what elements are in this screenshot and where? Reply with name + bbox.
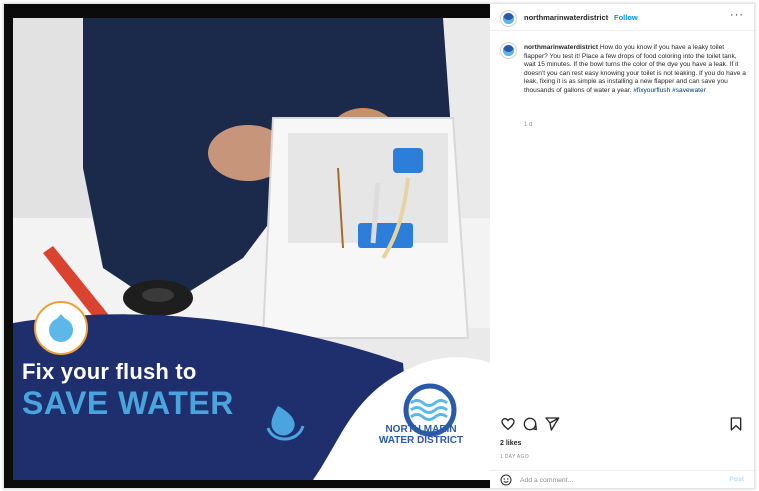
header-username[interactable]: northmarinwaterdistrict (524, 13, 608, 22)
image-subhead: SAVE WATER (22, 385, 234, 421)
instagram-post-window: Fix your flush to SAVE WATER NORTH MARIN… (3, 3, 755, 489)
org-logo-name: NORTH MARIN WATER DISTRICT (376, 424, 466, 446)
emoji-icon[interactable] (500, 474, 512, 486)
avatar[interactable] (500, 10, 517, 27)
share-icon[interactable] (544, 416, 560, 432)
post-sidebar: northmarinwaterdistrict • Follow ··· nor… (490, 4, 754, 488)
image-headline: Fix your flush to (22, 359, 197, 384)
action-bar (490, 416, 754, 436)
post-image[interactable]: Fix your flush to SAVE WATER NORTH MARIN… (4, 4, 490, 488)
post-caption: northmarinwaterdistrict How do you know … (500, 42, 746, 96)
bookmark-icon[interactable] (728, 416, 744, 432)
caption-username[interactable]: northmarinwaterdistrict (524, 44, 600, 51)
caption-timestamp: 1 d (524, 122, 533, 128)
comment-bar: Post (490, 470, 754, 488)
caption-hashtags[interactable]: #fixyourflush #savewater (633, 87, 706, 94)
post-header: northmarinwaterdistrict • Follow ··· (490, 4, 754, 31)
heart-icon[interactable] (500, 416, 516, 432)
likes-count[interactable]: 2 likes (500, 440, 521, 447)
comment-input[interactable] (520, 474, 700, 486)
org-logo-line1: NORTH MARIN (385, 424, 457, 435)
comment-icon[interactable] (522, 416, 538, 432)
caption-avatar[interactable] (500, 42, 517, 59)
post-comment-button[interactable]: Post (729, 476, 744, 483)
post-date: 1 DAY AGO (500, 454, 529, 460)
more-options-icon[interactable]: ··· (730, 9, 744, 21)
follow-button[interactable]: Follow (614, 13, 638, 22)
separator-dot: • (606, 13, 609, 22)
org-logo-line2: WATER DISTRICT (378, 435, 464, 446)
